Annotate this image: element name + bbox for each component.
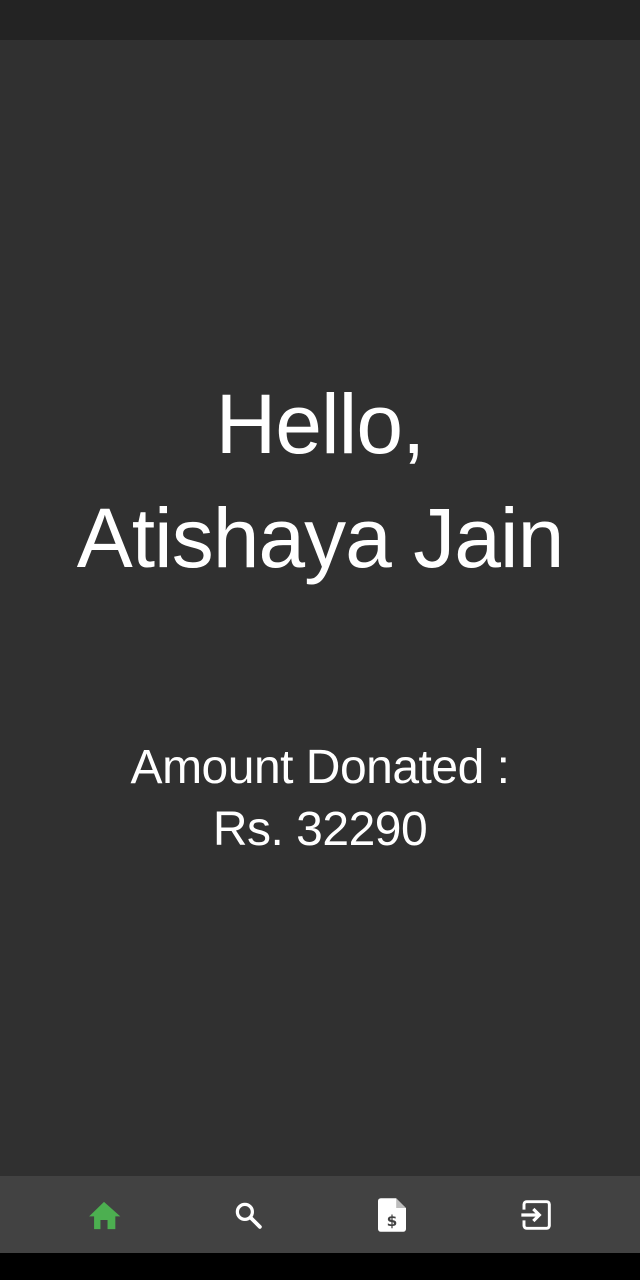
logout-icon [521,1199,551,1230]
dollar-document-icon: $ [378,1197,406,1232]
nav-home-button[interactable] [54,1176,154,1253]
system-navigation-bar [0,1253,640,1280]
search-icon [235,1202,262,1229]
amount-donated-label: Amount Donated : [130,741,510,794]
bottom-navigation: $ [0,1176,640,1253]
amount-donated-value: Rs. 32290 [212,803,428,856]
greeting-hello: Hello, [215,377,426,471]
home-content: Hello, Atishaya Jain Amount Donated : Rs… [0,40,640,1176]
svg-text:$: $ [387,1212,398,1230]
nav-search-button[interactable] [198,1176,298,1253]
nav-donations-button[interactable]: $ [342,1176,442,1253]
user-name: Atishaya Jain [76,491,565,585]
nav-logout-button[interactable] [486,1176,586,1253]
status-bar [0,0,640,40]
home-icon [89,1201,121,1229]
app-screen: Hello, Atishaya Jain Amount Donated : Rs… [0,0,640,1280]
